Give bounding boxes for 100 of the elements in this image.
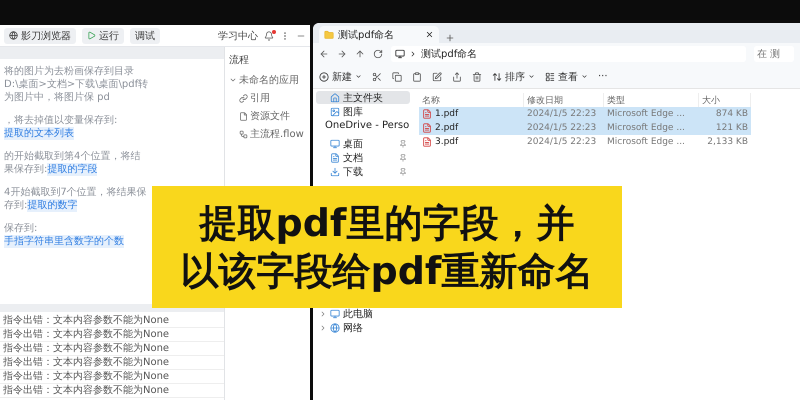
caret-icon <box>528 73 535 80</box>
date-cell: 2024/1/5 22:23 <box>524 121 604 135</box>
flow-icon <box>239 130 248 138</box>
pin-icon <box>399 154 407 162</box>
tree-label: 未命名的应用 <box>239 74 299 87</box>
nav-item[interactable]: 图库 <box>316 105 410 118</box>
tree-label: 主流程.flow <box>250 128 304 141</box>
date-cell: 2024/1/5 22:23 <box>524 107 604 121</box>
address-bar[interactable]: 测试pdf命名 <box>391 46 746 62</box>
log-row: 指令出错：文本内容参数不能为None <box>0 314 224 328</box>
file-name: 3.pdf <box>435 137 458 147</box>
learning-center-link[interactable]: 学习中心 <box>218 28 258 42</box>
tree-item[interactable]: 未命名的应用 <box>229 73 306 87</box>
sort-button[interactable]: 排序 <box>492 70 535 84</box>
desktop-icon <box>330 138 340 148</box>
log-row: 指令出错：文本内容参数不能为None <box>0 328 224 342</box>
size-cell-text: 2,133 KB <box>706 136 749 149</box>
variable-link[interactable]: 提取的文本列表 <box>4 127 74 140</box>
banner-text: 以该字段给pdf重新命名 <box>180 248 594 295</box>
command-line: 保存到: 手指字符串里含数字的个数 <box>4 222 125 248</box>
nav-item[interactable]: 主文件夹 <box>316 91 410 104</box>
file-name-cell[interactable]: 3.pdf <box>419 135 524 149</box>
file-name-cell[interactable]: 1.pdf <box>419 107 524 121</box>
documents-icon <box>330 152 340 162</box>
globe-icon <box>9 31 18 40</box>
nav-item[interactable]: 网络 <box>316 321 410 334</box>
banner-text: 提取pdf里的字段，并 <box>200 200 574 247</box>
pin-icon <box>399 168 407 176</box>
folder-icon <box>324 30 334 40</box>
variable-link[interactable]: 提取的数字 <box>27 199 78 212</box>
nav-item[interactable]: 此电脑 <box>316 307 410 320</box>
type-cell: Microsoft Edge ... <box>604 121 699 135</box>
sort-icon <box>492 72 502 82</box>
copy-icon[interactable] <box>392 72 402 82</box>
pdf-file-icon <box>422 109 432 119</box>
explorer-tab[interactable]: 测试pdf命名 <box>319 26 439 43</box>
share-icon[interactable] <box>452 72 462 82</box>
log-row: 指令出错：文本内容参数不能为None <box>0 342 224 356</box>
paste-icon[interactable] <box>412 72 422 82</box>
new-button[interactable]: 新建 <box>319 70 362 84</box>
date-cell-text: 2024/1/5 22:23 <box>526 136 598 149</box>
refresh-icon[interactable] <box>373 49 383 59</box>
nav-label: 桌面 <box>343 138 363 150</box>
debug-button[interactable]: 调试 <box>130 28 160 44</box>
view-button[interactable]: 查看 <box>545 70 588 84</box>
file-icon <box>239 112 248 120</box>
reference-icon <box>239 94 248 102</box>
tree-label: 引用 <box>250 92 270 105</box>
tree-label: 资源文件 <box>250 110 290 123</box>
command-line: ，将去掉值以变量保存到: 提取的文本列表 <box>4 114 118 140</box>
tab-title: 测试pdf命名 <box>338 28 394 42</box>
delete-icon[interactable] <box>472 72 482 82</box>
variable-link[interactable]: 手指字符串里含数字的个数 <box>4 235 124 248</box>
pdf-file-icon <box>422 137 432 147</box>
file-name-cell[interactable]: 2.pdf <box>419 121 524 135</box>
nav-label: 主文件夹 <box>343 92 383 104</box>
chevron-icon <box>409 50 417 58</box>
bell-icon[interactable] <box>264 30 274 40</box>
nav-label: OneDrive - Perso <box>325 120 410 131</box>
back-icon[interactable] <box>319 49 329 59</box>
variable-link[interactable]: 提取的字段 <box>47 163 98 176</box>
play-icon <box>87 31 96 40</box>
caret-icon[interactable] <box>229 76 237 84</box>
gallery-icon <box>330 106 340 116</box>
search-field[interactable]: 在 测 <box>754 46 794 62</box>
monitor-icon <box>395 49 405 59</box>
up-icon[interactable] <box>355 49 365 59</box>
more-button[interactable]: ··· <box>598 71 608 82</box>
forward-icon[interactable] <box>337 49 347 59</box>
cut-icon[interactable] <box>372 72 382 82</box>
type-cell-text: Microsoft Edge ... <box>606 136 686 149</box>
log-row: 指令出错：文本内容参数不能为None <box>0 370 224 384</box>
nav-label: 网络 <box>343 322 363 334</box>
tree-item[interactable]: 资源文件 <box>239 109 306 123</box>
pin-icon <box>399 140 407 148</box>
nav-label: 图库 <box>343 106 363 118</box>
size-cell: 121 KB <box>699 121 751 135</box>
type-cell: Microsoft Edge ... <box>604 107 699 121</box>
browser-button[interactable]: 影刀浏览器 <box>4 28 76 44</box>
pc-icon <box>330 308 340 318</box>
caret-icon <box>355 73 362 80</box>
tree-item[interactable]: 引用 <box>239 91 306 105</box>
run-button[interactable]: 运行 <box>82 28 124 44</box>
nav-item[interactable]: OneDrive - Perso <box>316 119 410 132</box>
log-row: 指令出错：文本内容参数不能为None <box>0 384 224 398</box>
size-cell: 874 KB <box>699 107 751 121</box>
caret-icon <box>581 73 588 80</box>
new-tab-icon[interactable] <box>445 33 455 43</box>
nav-item[interactable]: 下载 <box>316 165 410 178</box>
plus-icon <box>319 72 329 82</box>
tree-item[interactable]: 主流程.flow <box>239 127 306 141</box>
close-icon[interactable] <box>425 30 434 39</box>
file-name: 1.pdf <box>435 109 458 119</box>
nav-item[interactable]: 文档 <box>316 151 410 164</box>
panel-title: 流程 <box>229 54 250 67</box>
nav-item[interactable]: 桌面 <box>316 137 410 150</box>
command-line: 4开始截取到7个位置，将结果保存到:提取的数字 <box>4 186 148 212</box>
network-icon <box>330 322 340 332</box>
rename-icon[interactable] <box>432 72 442 82</box>
list-view-icon <box>545 72 555 82</box>
